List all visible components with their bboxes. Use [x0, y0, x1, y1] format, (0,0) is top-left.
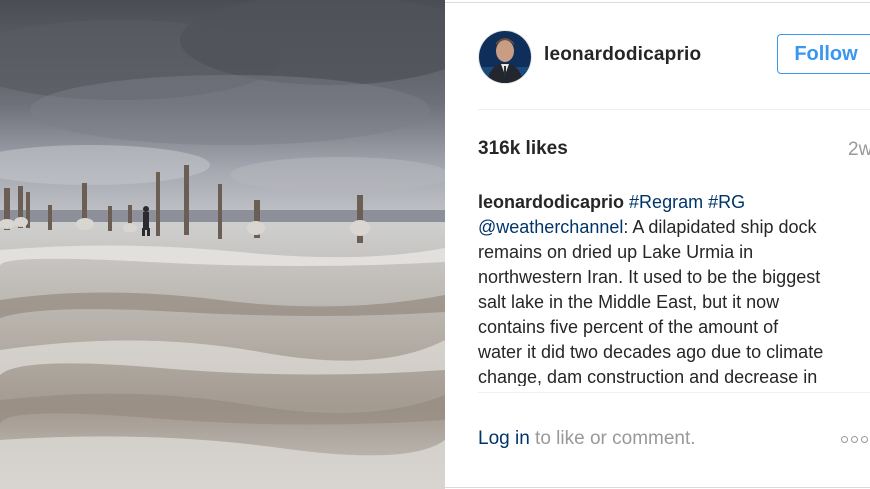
hashtag-link[interactable]: #Regram: [629, 192, 703, 212]
likes-count[interactable]: 316k likes: [478, 138, 568, 160]
caption-line: @weatherchannel: A dilapidated ship dock: [478, 215, 870, 240]
follow-button[interactable]: Follow: [777, 34, 870, 74]
post-age[interactable]: 2w: [848, 139, 870, 161]
caption-line: leonardodicaprio #Regram #RG: [478, 190, 870, 215]
divider-footer: [478, 392, 870, 393]
post-photo: [0, 0, 445, 489]
top-border: [445, 2, 870, 3]
caption-line: contains five percent of the amount of: [478, 317, 779, 337]
caption-line: northwestern Iran. It used to be the big…: [478, 267, 821, 287]
comment-footer: Log in to like or comment.: [478, 428, 696, 450]
divider-header: [478, 109, 870, 110]
salt-flats-image: [0, 0, 445, 489]
caption-text: : A dilapidated ship dock: [623, 217, 817, 237]
post-username[interactable]: leonardodicaprio: [544, 44, 701, 66]
post-header: leonardodicaprio Follow: [478, 30, 870, 84]
caption-username[interactable]: leonardodicaprio: [478, 192, 624, 212]
caption-line: change, dam construction and decrease in: [478, 367, 818, 386]
post-caption: leonardodicaprio #Regram #RG @weathercha…: [478, 190, 870, 386]
hashtag-link[interactable]: #RG: [708, 192, 745, 212]
ellipsis-icon[interactable]: [841, 436, 868, 443]
profile-photo: [479, 31, 531, 83]
mention-link[interactable]: @weatherchannel: [478, 217, 623, 237]
bottom-border: [445, 487, 870, 488]
caption-line: remains on dried up Lake Urmia in: [478, 242, 754, 262]
login-link[interactable]: Log in: [478, 428, 530, 449]
avatar[interactable]: [478, 30, 532, 84]
caption-line: water it did two decades ago due to clim…: [478, 342, 824, 362]
comment-prompt: to like or comment.: [529, 428, 696, 449]
caption-line: salt lake in the Middle East, but it now: [478, 292, 780, 312]
